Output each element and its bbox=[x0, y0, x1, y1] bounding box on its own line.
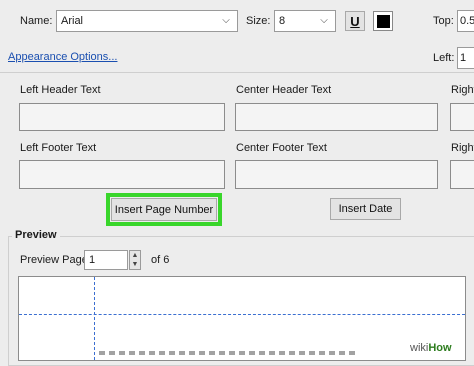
underline-icon: U bbox=[350, 13, 360, 29]
right-header-textbox[interactable] bbox=[450, 103, 474, 131]
underline-button[interactable]: U bbox=[345, 11, 365, 31]
preview-text-line bbox=[99, 351, 359, 355]
preview-title: Preview bbox=[12, 229, 60, 241]
margin-left-input[interactable]: 1 bbox=[457, 47, 474, 69]
left-header-label: Left Header Text bbox=[20, 84, 101, 96]
chevron-down-icon: ⌵ bbox=[222, 15, 230, 26]
font-name-select[interactable]: Arial ⌵ bbox=[56, 10, 238, 32]
font-name-value: Arial bbox=[61, 15, 84, 27]
appearance-options-link[interactable]: Appearance Options... bbox=[8, 51, 117, 63]
font-size-value: 8 bbox=[279, 15, 286, 27]
watermark-how: How bbox=[428, 342, 452, 354]
left-footer-textbox[interactable] bbox=[19, 160, 225, 189]
header-guide-line bbox=[19, 314, 465, 315]
center-header-label: Center Header Text bbox=[236, 84, 332, 96]
font-size-label: Size: bbox=[246, 15, 271, 27]
margin-top-label: Top: bbox=[433, 15, 454, 27]
divider bbox=[0, 72, 474, 73]
margin-top-input[interactable]: 0.5 bbox=[457, 10, 474, 32]
preview-page-label: Preview Page bbox=[20, 254, 88, 266]
insert-date-button[interactable]: Insert Date bbox=[330, 198, 401, 220]
right-footer-textbox[interactable] bbox=[450, 160, 474, 189]
watermark-wiki: wiki bbox=[410, 342, 429, 354]
preview-page-input[interactable]: 1 bbox=[84, 250, 128, 270]
preview-page-spinner[interactable]: ▲ ▼ bbox=[129, 250, 141, 270]
left-footer-label: Left Footer Text bbox=[20, 142, 97, 154]
chevron-down-icon: ⌵ bbox=[320, 15, 328, 26]
chevron-up-icon[interactable]: ▲ bbox=[130, 251, 140, 260]
preview-page-canvas bbox=[18, 276, 466, 361]
margin-guide-line bbox=[94, 277, 95, 360]
center-header-textbox[interactable] bbox=[235, 103, 438, 131]
wikihow-watermark: wikiHow bbox=[406, 341, 456, 355]
right-header-label: Right bbox=[451, 84, 474, 96]
center-footer-label: Center Footer Text bbox=[236, 142, 327, 154]
preview-page-total: of 6 bbox=[151, 254, 170, 266]
chevron-down-icon[interactable]: ▼ bbox=[130, 260, 140, 269]
color-swatch-icon bbox=[376, 14, 390, 28]
font-size-select[interactable]: 8 ⌵ bbox=[274, 10, 336, 32]
font-name-label: Name: bbox=[20, 15, 53, 27]
font-color-button[interactable] bbox=[373, 11, 393, 31]
left-header-textbox[interactable] bbox=[19, 103, 225, 131]
center-footer-textbox[interactable] bbox=[235, 160, 438, 189]
insert-page-number-button[interactable]: Insert Page Number bbox=[111, 198, 217, 221]
margin-left-label: Left: bbox=[433, 52, 455, 64]
right-footer-label: Right bbox=[451, 142, 474, 154]
